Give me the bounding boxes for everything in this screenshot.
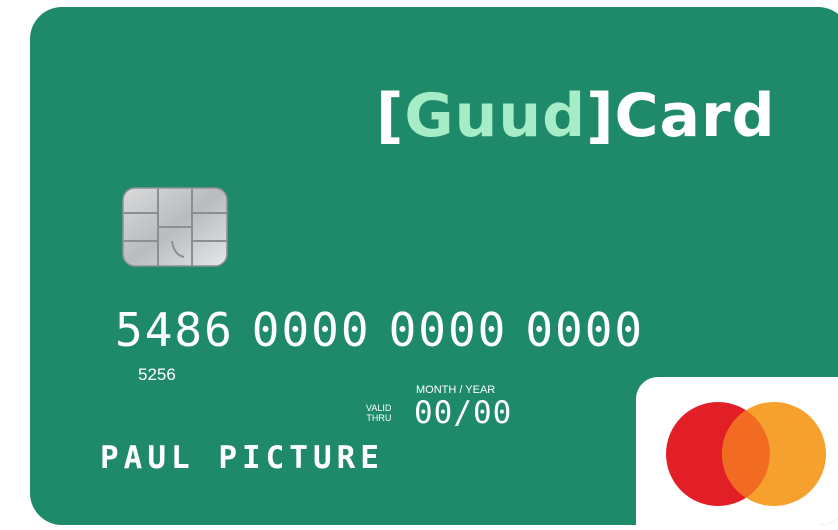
network-logo-panel (636, 377, 838, 525)
brand-name-rest: Card (614, 81, 776, 151)
brand-name-accent: Guud (404, 81, 587, 151)
valid-label: VALID (366, 403, 392, 413)
card-number-prefix: 5256 (138, 365, 176, 384)
card-number-group-4: 0000 (525, 303, 645, 357)
card-number-group-1: 5486 (115, 303, 234, 357)
brand-close-bracket: ] (586, 81, 615, 151)
brand-logo: [Guud]Card (376, 81, 776, 151)
chip-icon (122, 187, 228, 267)
cardholder-name: PAUL PICTURE (100, 440, 384, 476)
valid-thru-label: VALID THRU (366, 403, 391, 423)
brand-open-bracket: [ (376, 81, 405, 151)
card-number-group-2: 0000 (251, 303, 371, 357)
thru-label: THRU (366, 413, 392, 423)
expiry-date: 00/00 (414, 395, 513, 431)
credit-card: [Guud]Card 5486 0000 0000 0000 5256 MONTH /… (30, 7, 838, 525)
card-number: 5486 0000 0000 0000 (115, 303, 662, 357)
card-number-group-3: 0000 (388, 303, 508, 357)
mastercard-logo (666, 402, 826, 506)
